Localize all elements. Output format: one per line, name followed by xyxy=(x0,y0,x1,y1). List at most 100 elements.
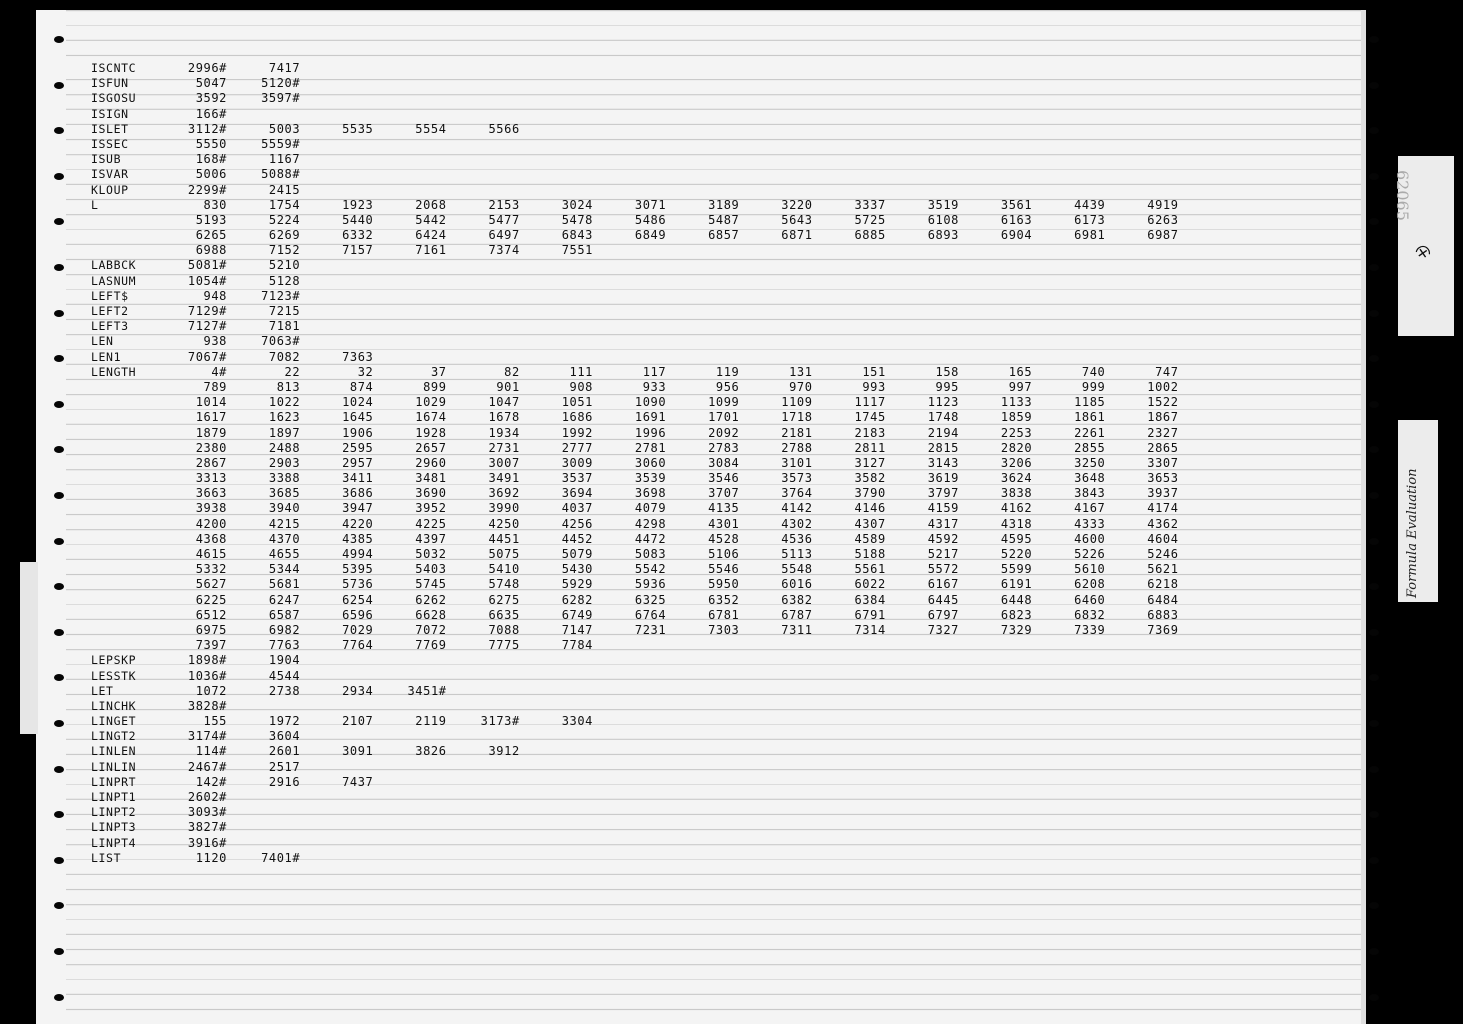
tractor-hole xyxy=(54,400,64,408)
line-reference: 4655 xyxy=(268,547,301,561)
line-reference: 4167 xyxy=(1074,501,1106,516)
tractor-hole xyxy=(54,993,64,1001)
line-reference: 166# xyxy=(195,106,227,121)
line-reference: 6325 xyxy=(634,592,667,607)
line-reference: 4472 xyxy=(634,531,667,546)
symbol-name: LINPT1 xyxy=(91,790,137,804)
symbol-name: LABBCK xyxy=(91,258,137,273)
line-reference: 3537 xyxy=(561,471,593,486)
line-reference: 3912 xyxy=(488,744,520,759)
line-reference: 4385 xyxy=(342,531,374,546)
line-reference: 5217 xyxy=(927,547,959,561)
line-reference: 4079 xyxy=(634,501,667,516)
line-reference: 2781 xyxy=(634,440,667,455)
line-reference: 948 xyxy=(203,288,227,303)
line-reference: 1992 xyxy=(561,425,593,440)
line-reference: 6208 xyxy=(1074,577,1106,592)
line-reference: 1859 xyxy=(1000,410,1033,425)
index-tab-lower-label: Formula Evaluation xyxy=(1405,468,1420,598)
line-reference: 3694 xyxy=(561,486,593,501)
line-reference: 5088# xyxy=(261,167,301,182)
line-reference: 1029 xyxy=(415,395,447,410)
line-reference: 4135 xyxy=(708,501,740,516)
line-reference: 3690 xyxy=(415,486,447,501)
line-reference: 111 xyxy=(569,364,593,379)
line-reference: 6445 xyxy=(927,592,959,607)
line-reference: 1623 xyxy=(268,410,301,425)
line-reference: 740 xyxy=(1081,364,1106,379)
line-reference: 5440 xyxy=(342,212,374,227)
line-reference: 6448 xyxy=(1000,592,1033,607)
line-reference: 7314 xyxy=(854,622,886,637)
line-reference: 3797 xyxy=(927,486,959,501)
symbol-name: LEFT2 xyxy=(91,304,129,318)
line-reference: 4536 xyxy=(781,531,813,546)
line-reference: 5745 xyxy=(415,577,447,592)
line-reference: 4452 xyxy=(561,531,593,546)
tractor-hole xyxy=(54,36,64,43)
line-reference: 1718 xyxy=(781,410,813,425)
tractor-hole xyxy=(1369,36,1379,43)
line-reference: 5550 xyxy=(195,136,227,151)
line-reference: 7311 xyxy=(781,622,813,637)
line-reference: 2916 xyxy=(268,774,301,789)
line-reference: 6781 xyxy=(708,607,740,622)
line-reference: 4256 xyxy=(561,516,593,531)
line-reference: 6263 xyxy=(1147,212,1179,227)
line-reference: 2820 xyxy=(1000,440,1033,455)
tractor-hole xyxy=(1369,537,1379,545)
line-reference: 7417 xyxy=(268,61,301,75)
line-reference: 7123# xyxy=(261,288,301,303)
line-reference: 874 xyxy=(349,379,374,394)
line-reference: 6460 xyxy=(1074,592,1106,607)
line-reference: 6484 xyxy=(1147,592,1179,607)
line-reference: 1123 xyxy=(927,395,959,410)
line-reference: 5546 xyxy=(708,562,740,577)
line-reference: 5442 xyxy=(415,212,447,227)
line-reference: 1934 xyxy=(488,425,520,440)
line-reference: 1861 xyxy=(1074,410,1106,425)
line-reference: 119 xyxy=(715,364,740,379)
line-reference: 6883 xyxy=(1147,607,1179,622)
line-reference: 3174# xyxy=(187,729,227,744)
line-reference: 3084 xyxy=(708,455,740,470)
line-reference: 3947 xyxy=(342,501,374,516)
tractor-hole xyxy=(54,172,64,180)
line-reference: 2903 xyxy=(268,455,301,470)
line-reference: 6191 xyxy=(1000,577,1033,592)
line-reference: 6384 xyxy=(854,592,886,607)
line-reference: 4220 xyxy=(342,516,374,531)
line-reference: 7181 xyxy=(268,319,301,334)
symbol-name: ISCNTC xyxy=(91,61,137,75)
line-reference: 3101 xyxy=(781,455,813,470)
line-reference: 2731 xyxy=(488,440,520,455)
line-reference: 131 xyxy=(789,364,813,379)
line-reference: 5542 xyxy=(634,562,667,577)
line-reference: 2601 xyxy=(268,744,301,759)
line-reference: 7161 xyxy=(415,243,447,258)
line-reference: 830 xyxy=(203,197,227,212)
line-reference: 3826 xyxy=(415,744,447,759)
line-reference: 1701 xyxy=(708,410,740,425)
line-reference: 3582 xyxy=(854,471,886,486)
line-reference: 1167 xyxy=(268,152,301,167)
tractor-hole xyxy=(54,264,64,271)
line-reference: 5486 xyxy=(634,212,667,227)
tractor-hole xyxy=(54,492,64,499)
line-reference: 1072 xyxy=(195,683,227,698)
line-reference: 6871 xyxy=(781,228,813,243)
line-reference: 7769 xyxy=(415,638,447,653)
tractor-hole xyxy=(54,628,64,636)
line-reference: 5220 xyxy=(1000,547,1033,561)
line-reference: 5224 xyxy=(268,212,301,227)
line-reference: 3764 xyxy=(781,486,813,501)
line-reference: 5535 xyxy=(342,121,374,136)
line-reference: 168# xyxy=(195,152,227,167)
line-reference: 5950 xyxy=(708,577,740,592)
line-reference: 4528 xyxy=(708,531,740,546)
line-reference: 3313 xyxy=(195,471,227,486)
tractor-hole xyxy=(54,948,64,955)
line-reference: 5478 xyxy=(561,212,593,227)
symbol-name: LASNUM xyxy=(91,273,137,288)
line-reference: 5610 xyxy=(1074,562,1106,577)
